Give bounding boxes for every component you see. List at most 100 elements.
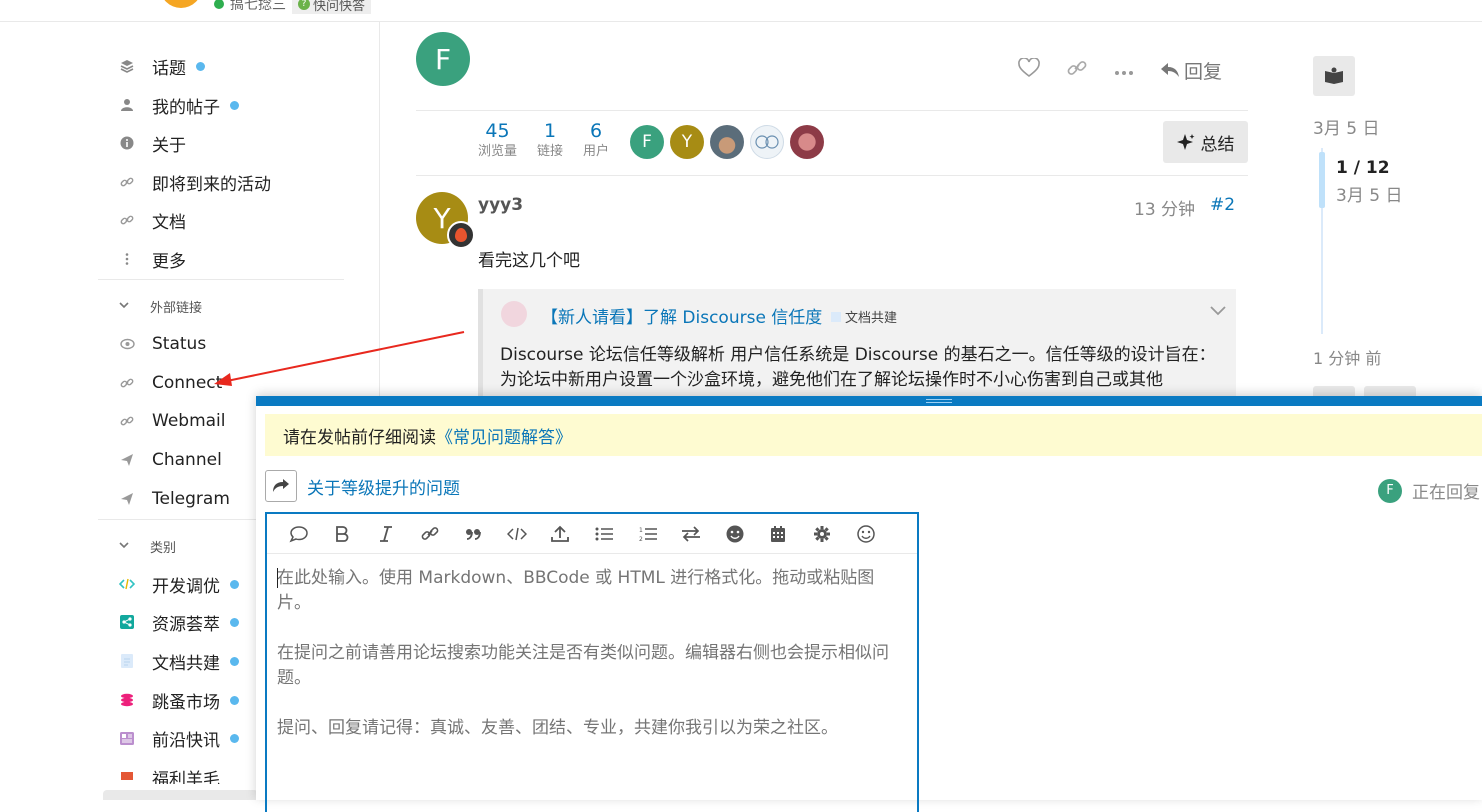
participant-avatar[interactable]: [750, 125, 784, 159]
chevron-down-icon: [118, 299, 136, 314]
header-category-badge[interactable]: ? 快问快答: [292, 0, 372, 14]
reply-button[interactable]: 回复: [1160, 57, 1222, 84]
replying-indicator: F 正在回复: [1378, 478, 1480, 503]
sidebar-item-docs[interactable]: 文档: [118, 205, 186, 235]
header-avatar[interactable]: [160, 0, 202, 8]
participant-avatar[interactable]: [710, 125, 744, 159]
stat-label: 浏览量: [478, 144, 518, 159]
onebox-excerpt: Discourse 论坛信任等级解析 用户信任系统是 Discourse 的基石…: [500, 345, 1216, 390]
participant-avatar[interactable]: F: [630, 125, 664, 159]
post-number[interactable]: #2: [1210, 195, 1235, 215]
sidebar-item-more[interactable]: 更多: [118, 244, 186, 274]
avatar-letter: F: [434, 42, 452, 76]
sidebar-item-about[interactable]: 关于: [118, 128, 186, 158]
stat-label: 用户: [583, 144, 610, 159]
more-vertical-icon: [118, 250, 136, 268]
post-body: 看完这几个吧: [478, 251, 580, 271]
sidebar-item-my-posts[interactable]: 我的帖子: [118, 90, 239, 120]
upload-icon[interactable]: [539, 514, 583, 554]
post-time[interactable]: 13 分钟: [1134, 195, 1195, 220]
sidebar-link-webmail[interactable]: Webmail: [118, 406, 226, 436]
sidebar-item-label: 即将到来的活动: [152, 174, 271, 195]
site-header: 搞七捻三 ? 快问快答: [0, 0, 1482, 22]
more-horizontal-icon[interactable]: [1114, 61, 1134, 80]
participant-avatar[interactable]: [790, 125, 824, 159]
bold-icon[interactable]: [321, 514, 365, 554]
document-icon: [118, 652, 136, 670]
sidebar-link-channel[interactable]: Channel: [118, 445, 222, 475]
link-icon: [118, 412, 136, 430]
composer-resize-grip[interactable]: [926, 399, 952, 403]
timeline-end-label[interactable]: 1 分钟 前: [1313, 345, 1381, 369]
sidebar-link-status[interactable]: Status: [118, 329, 206, 359]
post-actions: 回复: [1018, 55, 1222, 85]
emoji-icon[interactable]: [713, 514, 757, 554]
avatar-letter: F: [1386, 483, 1394, 498]
bullet-list-icon[interactable]: [582, 514, 626, 554]
composer-textarea[interactable]: [267, 556, 917, 812]
composer-notice: 请在发帖前仔细阅读 《常见问题解答》: [265, 414, 1482, 456]
chevron-down-icon[interactable]: [1209, 301, 1227, 322]
sidebar-category-label: 福利羊毛: [152, 770, 220, 784]
editor-toolbar: 12: [267, 514, 917, 554]
onebox-category[interactable]: 文档共建: [831, 307, 897, 326]
gear-icon[interactable]: [800, 514, 844, 554]
avatar-letter: Y: [681, 132, 693, 152]
unread-dot: [230, 617, 239, 627]
italic-icon[interactable]: [364, 514, 408, 554]
sidebar-category-deals[interactable]: 福利羊毛: [118, 762, 220, 784]
section-header-external-links[interactable]: 外部链接: [118, 297, 202, 316]
participant-avatars: F Y: [630, 125, 824, 159]
reply-to-topic-title[interactable]: 关于等级提升的问题: [307, 474, 460, 499]
heart-icon[interactable]: [1018, 57, 1040, 82]
unread-dot: [196, 61, 205, 71]
link-onebox[interactable]: 【新人请看】了解 Discourse 信任度 文档共建 Discourse 论坛…: [478, 289, 1236, 399]
timeline-start-date[interactable]: 3月 5 日: [1313, 114, 1379, 139]
smile-icon[interactable]: [844, 514, 888, 554]
faq-link[interactable]: 《常见问题解答》: [436, 423, 572, 448]
sidebar-category-resources[interactable]: 资源荟萃: [118, 607, 239, 637]
info-icon: [118, 134, 136, 152]
timeline-jump-button[interactable]: [1313, 56, 1355, 96]
numbered-list-icon[interactable]: 12: [626, 514, 670, 554]
sidebar-category-dev[interactable]: 开发调优: [118, 569, 239, 599]
link-icon[interactable]: [408, 514, 452, 554]
op-avatar[interactable]: F: [416, 32, 470, 86]
sidebar-category-label: 跳蚤市场: [152, 692, 220, 713]
quote-icon[interactable]: [451, 514, 495, 554]
section-header-categories[interactable]: 类别: [118, 537, 176, 556]
onebox-title[interactable]: 【新人请看】了解 Discourse 信任度: [541, 303, 822, 328]
sidebar-link-label: Webmail: [152, 411, 226, 431]
speech-bubble-icon[interactable]: [277, 514, 321, 554]
sidebar-link-telegram[interactable]: Telegram: [118, 484, 230, 514]
sidebar-item-label: 我的帖子: [152, 97, 220, 118]
reply-author-name[interactable]: yyy3: [478, 195, 523, 215]
header-username[interactable]: 搞七捻三: [230, 0, 286, 14]
onebox-category-label: 文档共建: [845, 311, 898, 326]
sidebar-footer-button[interactable]: [103, 790, 258, 800]
summarize-button[interactable]: 总结: [1163, 121, 1248, 163]
calendar-icon[interactable]: [757, 514, 801, 554]
divider: [416, 110, 1248, 111]
timeline-handle[interactable]: [1319, 152, 1325, 208]
sidebar-category-news[interactable]: 前沿快讯: [118, 723, 239, 753]
sidebar-item-topics[interactable]: 话题: [118, 51, 205, 81]
sidebar-item-upcoming-events[interactable]: 即将到来的活动: [118, 167, 271, 197]
sidebar-category-docs[interactable]: 文档共建: [118, 646, 239, 676]
link-icon: [118, 173, 136, 191]
notice-text: 请在发帖前仔细阅读: [283, 427, 436, 448]
svg-text:1: 1: [639, 527, 643, 534]
share-arrow-icon: [273, 479, 289, 492]
stat-users[interactable]: 6 用户: [583, 120, 609, 162]
composer-actions-button[interactable]: [265, 470, 297, 502]
sidebar-category-market[interactable]: 跳蚤市场: [118, 685, 239, 715]
swap-icon[interactable]: [669, 514, 713, 554]
newspaper-icon: [118, 729, 136, 747]
code-icon: [118, 575, 136, 593]
participant-avatar[interactable]: Y: [670, 125, 704, 159]
code-icon[interactable]: [495, 514, 539, 554]
unread-dot: [230, 733, 239, 743]
link-icon[interactable]: [1066, 58, 1088, 82]
stat-links[interactable]: 1 链接: [537, 120, 563, 162]
stat-number: 1: [543, 120, 557, 142]
